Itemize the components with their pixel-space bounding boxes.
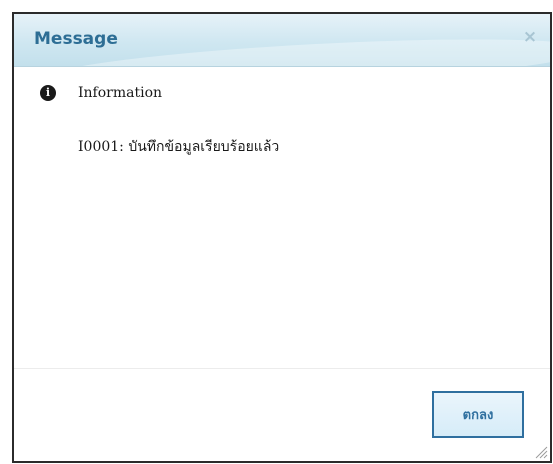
close-icon[interactable]: × <box>520 27 540 47</box>
info-circle-icon: i <box>40 85 56 101</box>
message-text: I0001: บันทึกข้อมูลเรียบร้อยแล้ว <box>78 139 280 155</box>
ok-button[interactable]: ตกลง <box>432 391 524 438</box>
info-label: Information <box>78 85 163 101</box>
footer-divider <box>14 368 550 369</box>
info-row: i Information <box>40 82 162 104</box>
dialog-title: Message <box>34 29 118 49</box>
resize-grip-icon[interactable] <box>534 445 548 459</box>
dialog-titlebar[interactable]: Message × <box>14 14 550 67</box>
message-dialog: Message × i Information I0001: บันทึกข้อ… <box>12 12 552 463</box>
